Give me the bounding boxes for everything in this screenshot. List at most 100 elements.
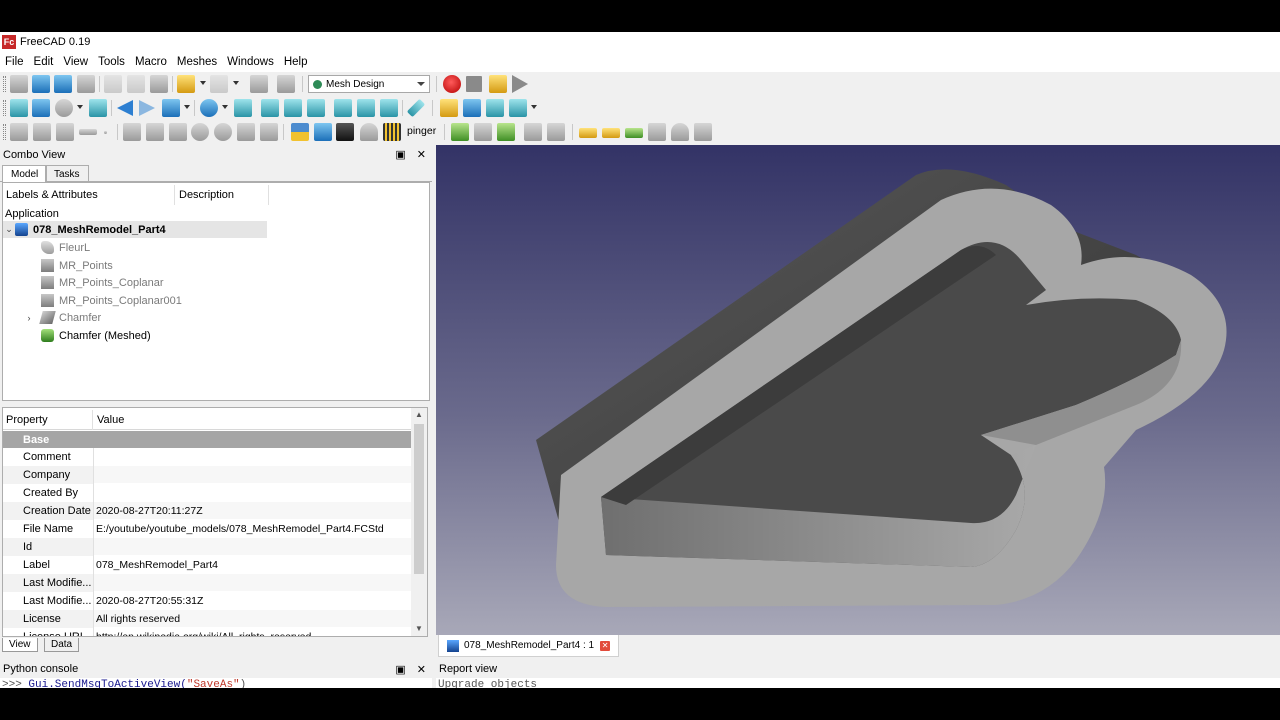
undo-icon[interactable] [177,75,195,93]
tab-tasks[interactable]: Tasks [45,165,89,182]
menu-tools[interactable]: Tools [93,56,130,68]
edit-macro-icon[interactable] [489,75,507,93]
property-row[interactable]: Label 078_MeshRemodel_Part4 [3,556,411,574]
link-actions-icon[interactable] [509,99,527,117]
polyline-icon[interactable] [123,123,141,141]
property-header-name[interactable]: Property [3,410,93,430]
tree-item-fleurl[interactable]: FleurL [41,239,90,256]
record-macro-icon[interactable] [443,75,461,93]
forward-arrow-icon[interactable] [139,100,155,116]
bspline-icon[interactable] [146,123,164,141]
navigation-icon[interactable] [162,99,180,117]
barcode-icon[interactable] [383,123,401,141]
property-value[interactable]: E:/youtube/youtube_models/078_MeshRemode… [96,520,384,538]
fit-selection-icon[interactable] [32,99,50,117]
tab-data[interactable]: Data [44,638,80,652]
close-icon[interactable]: ✕ [417,149,426,161]
tree-document-row[interactable]: ⌄ 078_MeshRemodel_Part4 [3,221,267,238]
property-row[interactable]: License URL http://en.wikipedia.org/wiki… [3,628,411,636]
measure-distance-icon[interactable] [406,98,426,118]
circle-icon[interactable] [191,123,209,141]
view-right-icon[interactable] [307,99,325,117]
close-icon[interactable]: ✕ [417,664,426,676]
add-point-2-icon[interactable] [602,128,620,138]
toolbar-grip[interactable] [3,76,6,92]
menu-file[interactable]: File [0,56,29,68]
tab-view[interactable]: View [2,638,38,652]
tree-item-chamfer[interactable]: › Chamfer [23,309,101,326]
mesh-model-render[interactable] [436,145,1280,635]
stop-macro-icon[interactable] [466,76,482,92]
report-view[interactable]: Upgrade objects [436,678,1280,688]
property-row[interactable]: Last Modifie... 2020-08-27T20:55:31Z [3,592,411,610]
stack-icon[interactable] [648,123,666,141]
cut-icon[interactable] [104,75,122,93]
menu-edit[interactable]: Edit [29,56,59,68]
pinger-label[interactable]: pinger [407,125,436,137]
scroll-up-icon[interactable]: ▲ [415,410,423,419]
person-icon[interactable] [360,123,378,141]
tree-item-mr-points-coplanar001[interactable]: MR_Points_Coplanar001 [41,292,182,309]
save-icon[interactable] [54,75,72,93]
multi-line-icon[interactable] [169,123,187,141]
shape-icon[interactable] [314,123,332,141]
property-group-base[interactable]: Base [3,431,411,448]
float-panel-icon[interactable]: ▣ [395,664,405,676]
tree-item-mr-points[interactable]: MR_Points [41,257,113,274]
sketch-icon[interactable] [237,123,255,141]
link-icon[interactable] [486,99,504,117]
tree-item-chamfer-meshed[interactable]: Chamfer (Meshed) [41,327,151,344]
new-document-icon[interactable] [10,75,28,93]
mesh-transform-icon[interactable] [474,123,492,141]
mesh-section-icon[interactable] [547,123,565,141]
view-top-icon[interactable] [284,99,302,117]
chevron-right-icon[interactable]: › [23,313,35,323]
line-icon[interactable] [79,129,97,135]
property-row[interactable]: Comment [3,448,411,466]
create-part-icon[interactable] [440,99,458,117]
property-scrollbar[interactable]: ▲ ▼ [411,408,427,636]
mesh-evaluate-icon[interactable] [497,123,515,141]
tree-header-description[interactable]: Description [176,185,269,205]
refresh-icon[interactable] [250,75,268,93]
paste-icon[interactable] [150,75,168,93]
float-panel-icon[interactable]: ▣ [395,149,405,161]
property-header-value[interactable]: Value [94,410,394,430]
mesh-layers-icon[interactable] [56,123,74,141]
dome-icon[interactable] [671,123,689,141]
wire-icon[interactable] [260,123,278,141]
scroll-down-icon[interactable]: ▼ [415,624,423,633]
view-front-icon[interactable] [261,99,279,117]
open-folder-icon[interactable] [32,75,50,93]
bounding-box-icon[interactable] [89,99,107,117]
tree-item-mr-points-coplanar[interactable]: MR_Points_Coplanar [41,274,164,291]
property-value[interactable]: http://en.wikipedia.org/wiki/All_rights_… [96,628,311,636]
tree-header-labels[interactable]: Labels & Attributes [3,185,175,205]
vm-icon[interactable] [336,123,354,141]
mesh-cube-icon[interactable] [33,123,51,141]
property-row[interactable]: Created By [3,484,411,502]
property-value[interactable]: 078_MeshRemodel_Part4 [96,556,218,574]
zoom-icon[interactable] [200,99,218,117]
workbench-selector[interactable]: Mesh Design [308,75,430,93]
point-icon[interactable] [104,131,107,134]
property-row[interactable]: File Name E:/youtube/youtube_models/078_… [3,520,411,538]
scrollbar-thumb[interactable] [414,424,424,574]
run-macro-icon[interactable] [512,75,528,93]
add-point-green-icon[interactable] [625,128,643,138]
menu-macro[interactable]: Macro [130,56,172,68]
view-left-icon[interactable] [380,99,398,117]
menu-view[interactable]: View [58,56,93,68]
tab-model[interactable]: Model [2,165,48,183]
view-isometric-icon[interactable] [234,99,252,117]
property-row[interactable]: Id [3,538,411,556]
property-value[interactable]: 2020-08-27T20:11:27Z [96,502,203,520]
property-value[interactable]: All rights reserved [96,610,180,628]
menu-windows[interactable]: Windows [222,56,279,68]
property-row[interactable]: Creation Date 2020-08-27T20:11:27Z [3,502,411,520]
copy-icon[interactable] [127,75,145,93]
3d-viewport[interactable] [436,145,1280,635]
view-bottom-icon[interactable] [357,99,375,117]
chevron-down-icon[interactable]: ⌄ [3,224,15,235]
redo-icon[interactable] [210,75,228,93]
